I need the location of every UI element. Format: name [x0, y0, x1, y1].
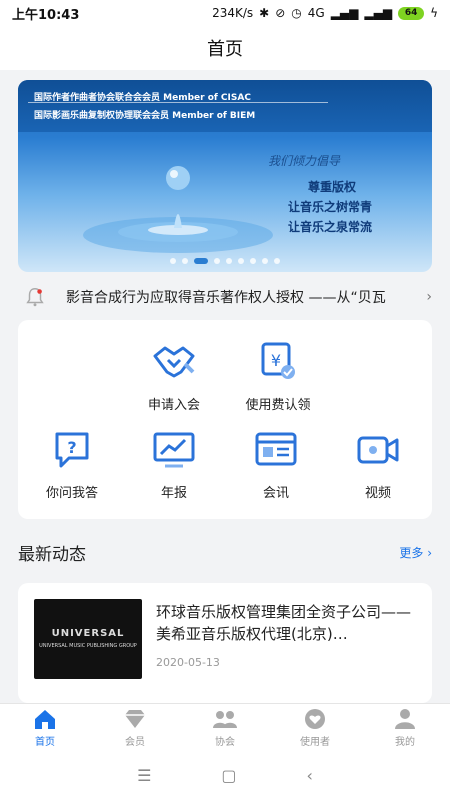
- menu-label: 你问我答: [45, 486, 98, 501]
- menu-video[interactable]: 视频: [338, 430, 418, 501]
- menu-apply-membership[interactable]: 申请入会: [134, 342, 214, 413]
- banner-motto-2: 让音乐之树常青: [288, 200, 373, 214]
- news-title: 环球音乐版权管理集团全资子公司——美希亚音乐版权代理(北京)…: [156, 603, 412, 643]
- signal-icon: ▂▄▆: [330, 6, 359, 20]
- carousel-dot[interactable]: [170, 258, 176, 264]
- menu-label: 年报: [160, 486, 187, 501]
- news-item[interactable]: UNIVERSAL UNIVERSAL MUSIC PUBLISHING GRO…: [18, 583, 432, 703]
- menu-fee-claim[interactable]: ¥ 使用费认领: [238, 342, 318, 413]
- bell-icon: [26, 288, 44, 307]
- network-type: 4G: [307, 6, 325, 20]
- carousel-dots: [18, 258, 432, 264]
- signal-icon-2: ▂▄▆: [364, 6, 393, 20]
- carousel-dot[interactable]: [214, 258, 220, 264]
- notice-bar[interactable]: 影音合成行为应取得音乐著作权人授权 ——从“贝瓦 ›: [18, 282, 432, 312]
- carousel-dot[interactable]: [274, 258, 280, 264]
- tab-label: 协会: [215, 736, 235, 748]
- carousel-dot[interactable]: [194, 258, 208, 264]
- section-header: 最新动态 更多 ›: [18, 540, 432, 565]
- home-button-icon[interactable]: ▢: [221, 766, 236, 785]
- chevron-right-icon: ›: [426, 289, 432, 305]
- diamond-icon: [125, 709, 145, 728]
- menu-faq[interactable]: ? 你问我答: [32, 430, 112, 501]
- network-speed: 234K/s: [212, 6, 254, 20]
- tab-association[interactable]: 协会: [180, 704, 270, 751]
- status-bar: 上午10:43 234K/s ✱ ⊘ ◷ 4G ▂▄▆ ▂▄▆ 64 ϟ: [0, 0, 450, 26]
- more-link[interactable]: 更多 ›: [399, 544, 432, 561]
- report-icon: [153, 432, 195, 468]
- page-title: 首页: [0, 26, 450, 70]
- menu-label: 会讯: [262, 486, 289, 501]
- charging-icon: ϟ: [430, 6, 438, 20]
- menu-label: 申请入会: [147, 398, 200, 413]
- status-time: 上午10:43: [12, 7, 80, 23]
- tab-label: 会员: [125, 736, 145, 748]
- svg-text:?: ?: [67, 438, 76, 457]
- banner-slogan: 我们倾力倡导: [268, 154, 341, 168]
- banner-carousel[interactable]: 国际作者作曲者协会联合会会员 Member of CISAC 国际影画乐曲复制权…: [18, 80, 432, 272]
- tab-label: 我的: [395, 736, 415, 748]
- banner-motto-3: 让音乐之泉常流: [288, 220, 373, 234]
- section-title: 最新动态: [18, 545, 86, 565]
- menu-annual-report[interactable]: 年报: [134, 430, 214, 501]
- tab-mine[interactable]: 我的: [360, 704, 450, 751]
- group-icon: [213, 710, 237, 728]
- mute-icon: ⊘: [275, 6, 286, 20]
- bottom-tab-bar: 首页 会员 协会 使用者 我的: [0, 703, 450, 751]
- tab-members[interactable]: 会员: [90, 704, 180, 751]
- water-drop-icon: [83, 166, 273, 253]
- tab-home[interactable]: 首页: [0, 704, 90, 751]
- home-icon: [35, 709, 55, 729]
- carousel-dot[interactable]: [238, 258, 244, 264]
- menu-newsletter[interactable]: 会讯: [236, 430, 316, 501]
- handshake-icon: [153, 346, 195, 378]
- system-nav-bar: ☰ ▢ ‹: [0, 751, 450, 800]
- alarm-icon: ◷: [291, 6, 302, 20]
- news-thumbnail: UNIVERSAL UNIVERSAL MUSIC PUBLISHING GRO…: [34, 599, 142, 679]
- question-icon: ?: [55, 432, 89, 468]
- notice-text: 影音合成行为应取得音乐著作权人授权 ——从“贝瓦: [66, 290, 386, 306]
- person-icon: [395, 708, 415, 729]
- menu-label: 使用费认领: [245, 398, 311, 413]
- back-icon[interactable]: ‹: [307, 766, 313, 785]
- banner-divider: [28, 102, 328, 103]
- svg-text:¥: ¥: [271, 351, 281, 370]
- carousel-dot[interactable]: [262, 258, 268, 264]
- banner-line-biem: 国际影画乐曲复制权协理联会会员 Member of BIEM: [34, 111, 256, 121]
- newsletter-icon: [255, 432, 297, 466]
- carousel-dot[interactable]: [226, 258, 232, 264]
- menu-label: 视频: [364, 486, 391, 501]
- tab-label: 首页: [35, 736, 55, 748]
- carousel-dot[interactable]: [182, 258, 188, 264]
- thumb-brand: UNIVERSAL: [51, 628, 125, 639]
- thumb-subtitle: UNIVERSAL MUSIC PUBLISHING GROUP: [39, 643, 137, 649]
- menu-card: 申请入会 ¥ 使用费认领 ? 你问我答 年报 会讯 视频: [18, 320, 432, 519]
- menu-icon[interactable]: ☰: [137, 766, 151, 785]
- news-date: 2020-05-13: [156, 656, 220, 669]
- video-icon: [357, 436, 399, 464]
- tab-users[interactable]: 使用者: [270, 704, 360, 751]
- banner-header-strip: [18, 80, 432, 132]
- yen-check-icon: ¥: [261, 342, 295, 379]
- status-right: 234K/s ✱ ⊘ ◷ 4G ▂▄▆ ▂▄▆ 64 ϟ: [212, 6, 438, 20]
- banner-motto-1: 尊重版权: [308, 180, 357, 194]
- heart-icon: [305, 708, 325, 729]
- tab-label: 使用者: [300, 736, 330, 748]
- bluetooth-icon: ✱: [259, 6, 270, 20]
- carousel-dot[interactable]: [250, 258, 256, 264]
- battery-icon: 64: [398, 6, 425, 20]
